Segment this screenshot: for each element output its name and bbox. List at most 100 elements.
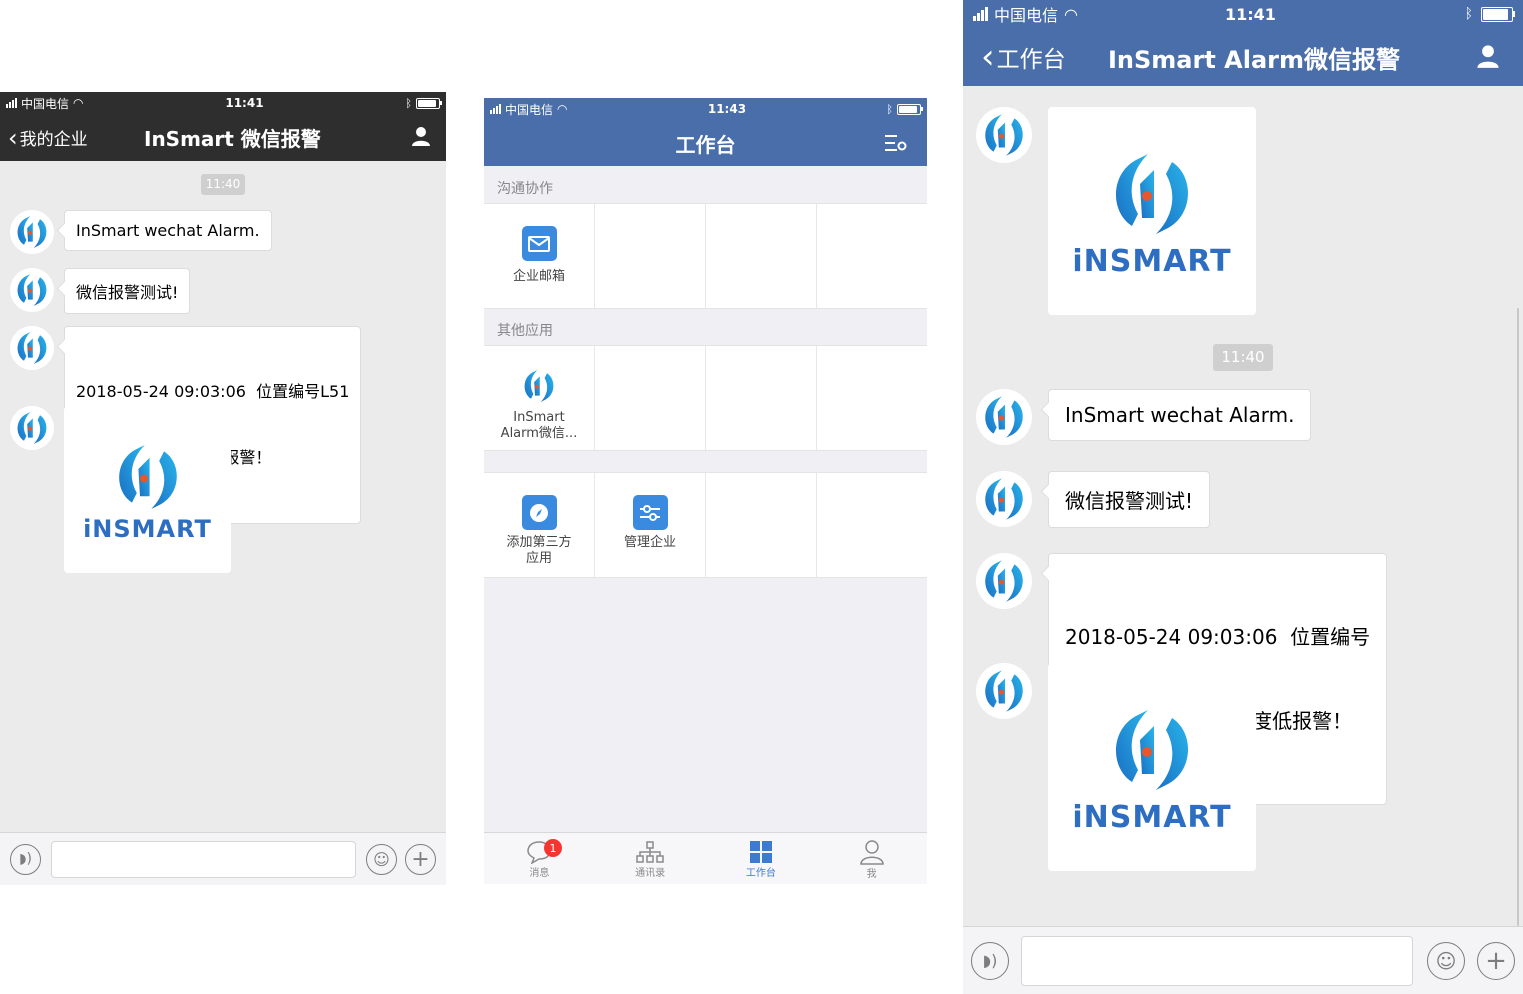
- tab-label: 工作台: [745, 867, 776, 879]
- message-text-line: 2018-05-24 09:03:06 位置编号: [1065, 625, 1371, 649]
- battery-icon: [416, 97, 442, 109]
- avatar[interactable]: [10, 268, 54, 312]
- settings-menu-button[interactable]: [885, 133, 907, 157]
- signal-icon: [973, 7, 988, 21]
- avatar[interactable]: [10, 406, 54, 450]
- app-grid: 添加第三方 应用 管理企业: [484, 472, 927, 578]
- logo-text: iNSMART: [1072, 799, 1232, 835]
- bluetooth-icon: ᛒ: [405, 96, 412, 110]
- input-bar: ◗) ☺ +: [0, 832, 446, 885]
- more-button[interactable]: +: [1477, 941, 1515, 980]
- emoji-button[interactable]: ☺: [1427, 941, 1465, 980]
- wifi-icon: ◠: [557, 102, 568, 116]
- tab-messages[interactable]: 1 消息: [484, 833, 595, 884]
- app-mail[interactable]: 企业邮箱: [484, 204, 595, 308]
- image-message[interactable]: iNSMART: [1048, 107, 1256, 315]
- app-label-line: InSmart: [513, 410, 565, 425]
- grid-icon: [749, 840, 772, 863]
- avatar[interactable]: [10, 326, 54, 370]
- message-bubble[interactable]: InSmart wechat Alarm.: [1048, 389, 1312, 441]
- section-header: 其他应用: [497, 323, 553, 339]
- app-add-third-party[interactable]: 添加第三方 应用: [484, 473, 595, 577]
- right-phone-screen: 中国电信 ◠ 11:41 ᛒ ‹ 工作台 InSmart Alarm微信报警 i…: [963, 0, 1523, 994]
- person-icon: [412, 127, 430, 146]
- tab-label: 通讯录: [635, 867, 666, 879]
- empty-cell: [817, 346, 927, 450]
- message-row: 微信报警测试!: [976, 471, 1211, 528]
- empty-cell: [706, 473, 817, 577]
- tab-workbench[interactable]: 工作台: [706, 833, 817, 884]
- message-bubble[interactable]: 微信报警测试!: [64, 268, 191, 314]
- profile-button[interactable]: [410, 125, 432, 151]
- empty-cell: [595, 204, 706, 308]
- list-settings-icon: [885, 135, 907, 151]
- wifi-icon: ◠: [73, 96, 84, 110]
- status-time: 11:41: [1225, 4, 1276, 24]
- person-icon: [1477, 45, 1499, 68]
- voice-button[interactable]: ◗): [10, 843, 41, 875]
- message-row: InSmart wechat Alarm.: [10, 210, 272, 254]
- bluetooth-icon: ᛒ: [886, 102, 893, 116]
- chevron-left-icon: ‹: [8, 123, 18, 152]
- profile-button[interactable]: [1475, 43, 1501, 73]
- status-bar: 中国电信 ◠ 11:41 ᛒ: [963, 0, 1523, 28]
- empty-cell: [817, 473, 927, 577]
- status-bar: 中国电信 ◠ 11:43 ᛒ: [484, 98, 927, 120]
- message-input[interactable]: [51, 840, 356, 878]
- chat-area[interactable]: 11:40 InSmart wechat Alarm. 微信报警测试! 2018…: [0, 161, 446, 832]
- tab-me[interactable]: 我: [816, 833, 927, 884]
- empty-cell: [706, 204, 817, 308]
- timestamp-chip: 11:40: [1213, 344, 1273, 371]
- mail-icon: [521, 226, 557, 261]
- message-text: 微信报警测试!: [76, 283, 179, 302]
- message-input[interactable]: [1021, 935, 1413, 986]
- image-message[interactable]: iNSMART: [64, 406, 231, 573]
- more-button[interactable]: +: [405, 843, 436, 875]
- back-button[interactable]: ‹ 工作台: [981, 37, 1066, 77]
- scrollbar[interactable]: [1517, 308, 1519, 926]
- image-message[interactable]: iNSMART: [1048, 663, 1256, 871]
- voice-button[interactable]: ◗): [971, 941, 1009, 980]
- input-bar: ◗) ☺ +: [963, 926, 1523, 994]
- message-row: InSmart wechat Alarm.: [976, 389, 1312, 445]
- page-title: 工作台: [675, 132, 736, 157]
- message-text: InSmart wechat Alarm.: [1065, 403, 1295, 427]
- emoji-button[interactable]: ☺: [366, 843, 397, 875]
- app-label: 管理企业: [623, 535, 676, 550]
- tab-label: 消息: [529, 867, 550, 879]
- message-text-line: 2018-05-24 09:03:06 位置编号L51: [76, 382, 350, 401]
- app-label: InSmart Alarm微信...: [501, 410, 578, 442]
- message-bubble[interactable]: 微信报警测试!: [1048, 471, 1211, 528]
- carrier-label: 中国电信: [21, 96, 70, 111]
- app-insmart-alarm[interactable]: InSmart Alarm微信...: [484, 346, 595, 450]
- avatar[interactable]: [976, 553, 1032, 609]
- tab-contacts[interactable]: 通讯录: [595, 833, 706, 884]
- nav-bar: ‹ 工作台 InSmart Alarm微信报警: [963, 28, 1523, 86]
- wifi-icon: ◠: [1064, 4, 1078, 24]
- empty-cell: [706, 346, 817, 450]
- status-time: 11:41: [225, 96, 264, 110]
- sliders-icon: [632, 495, 668, 530]
- avatar[interactable]: [10, 210, 54, 254]
- back-label: 我的企业: [19, 130, 88, 150]
- plus-icon: +: [1485, 945, 1507, 976]
- tab-label: 我: [866, 868, 877, 880]
- emoji-icon: ☺: [1435, 948, 1457, 973]
- avatar[interactable]: [976, 663, 1032, 719]
- status-bar: 中国电信 ◠ 11:41 ᛒ: [0, 92, 446, 114]
- avatar[interactable]: [976, 471, 1032, 527]
- app-manage-enterprise[interactable]: 管理企业: [595, 473, 706, 577]
- page-title: InSmart 微信报警: [144, 127, 321, 151]
- message-bubble[interactable]: InSmart wechat Alarm.: [64, 210, 272, 251]
- emoji-icon: ☺: [373, 849, 390, 869]
- voice-icon: ◗): [982, 951, 998, 970]
- message-row: iNSMART: [976, 663, 1256, 871]
- chat-area[interactable]: iNSMART 11:40 InSmart wechat Alarm. 微信报警…: [963, 86, 1523, 926]
- bluetooth-icon: ᛒ: [1464, 6, 1473, 22]
- back-button[interactable]: ‹ 我的企业: [8, 124, 88, 152]
- avatar[interactable]: [976, 389, 1032, 445]
- plus-icon: +: [411, 846, 430, 872]
- avatar[interactable]: [976, 107, 1032, 163]
- empty-cell: [817, 204, 927, 308]
- message-text: 微信报警测试!: [1065, 489, 1194, 513]
